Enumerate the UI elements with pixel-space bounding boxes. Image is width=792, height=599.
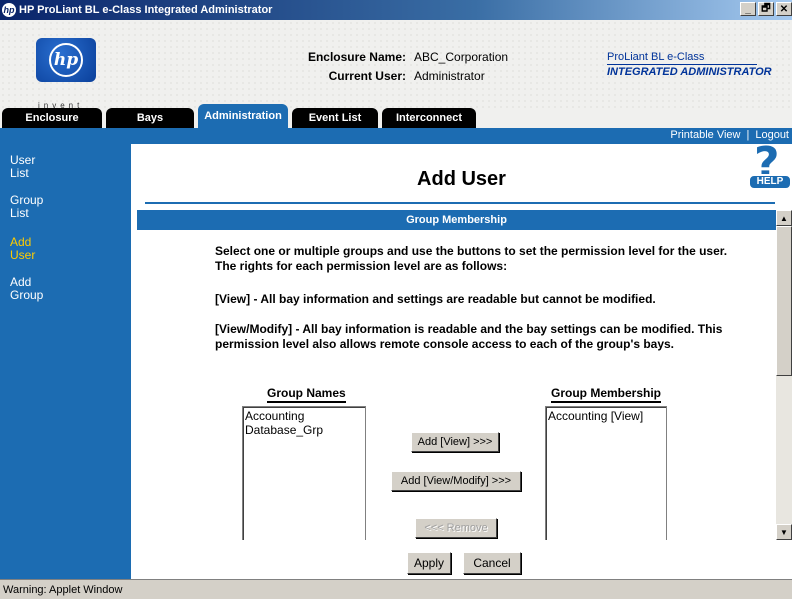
- view-description: [View] - All bay information and setting…: [215, 292, 656, 306]
- brand-line-1: ProLiant BL e-Class: [607, 51, 757, 65]
- list-item[interactable]: Database_Grp: [245, 423, 363, 437]
- sidebar-item-label: List: [10, 166, 29, 180]
- list-item[interactable]: Accounting: [245, 409, 363, 423]
- close-button[interactable]: ✕: [776, 2, 792, 16]
- link-separator: |: [746, 129, 750, 141]
- sidebar-item-group-list[interactable]: Group List: [10, 194, 90, 220]
- minimize-button[interactable]: _: [740, 2, 756, 16]
- tab-interconnect[interactable]: Interconnect: [382, 108, 476, 128]
- hp-logo-icon: hp: [2, 3, 16, 17]
- product-brand: ProLiant BL e-Class INTEGRATED ADMINISTR…: [607, 51, 772, 78]
- hp-logo: hp: [36, 38, 96, 82]
- sidebar-item-label: Group: [10, 288, 44, 302]
- enclosure-name-label: Enclosure Name:: [307, 50, 406, 64]
- help-label: HELP: [748, 174, 792, 190]
- intro-text: Select one or multiple groups and use th…: [215, 244, 728, 273]
- vertical-scrollbar[interactable]: ▲ ▼: [776, 210, 792, 540]
- scroll-up-arrow-icon[interactable]: ▲: [776, 210, 792, 226]
- add-view-button[interactable]: Add [View] >>>: [411, 432, 499, 452]
- sidebar-item-label: User: [10, 248, 36, 262]
- add-view-modify-button[interactable]: Add [View/Modify] >>>: [391, 471, 521, 491]
- brand-line-2: INTEGRATED ADMINISTRATOR: [607, 66, 772, 78]
- sidebar: User List Group List Add User Add Group: [0, 144, 131, 579]
- window-title: HP ProLiant BL e-Class Integrated Admini…: [19, 4, 273, 16]
- scroll-frame: Group Membership Select one or multiple …: [137, 210, 776, 540]
- tab-bays[interactable]: Bays: [106, 108, 194, 128]
- main-content: Add User ? HELP Group Membership Select …: [131, 138, 792, 579]
- sidebar-item-add-user[interactable]: Add User: [10, 236, 90, 262]
- enclosure-name-value: ABC_Corporation: [414, 50, 509, 64]
- section-header: Group Membership: [137, 210, 776, 230]
- page-header: hp invent Enclosure Name: ABC_Corporatio…: [0, 20, 792, 110]
- sidebar-item-user-list[interactable]: User List: [10, 154, 90, 180]
- sidebar-item-label: List: [10, 206, 29, 220]
- scroll-down-arrow-icon[interactable]: ▼: [776, 524, 792, 540]
- sidebar-item-add-group[interactable]: Add Group: [10, 276, 90, 302]
- printable-view-link[interactable]: Printable View: [670, 129, 740, 141]
- scrollbar-thumb[interactable]: [776, 226, 792, 376]
- tab-event-list[interactable]: Event List: [292, 108, 378, 128]
- nav-bar: Printable View | Logout: [0, 128, 792, 144]
- group-names-header: Group Names: [267, 386, 346, 403]
- tab-strip: Enclosure Bays Administration Event List…: [0, 104, 792, 128]
- current-user-label: Current User:: [328, 69, 406, 83]
- window-title-bar[interactable]: hp HP ProLiant BL e-Class Integrated Adm…: [0, 0, 792, 20]
- restore-button[interactable]: 🗗: [758, 2, 774, 16]
- list-item[interactable]: Accounting [View]: [548, 409, 664, 423]
- form-actions: Apply Cancel: [131, 540, 792, 579]
- title-divider: [145, 202, 775, 204]
- page-title: Add User: [417, 168, 506, 190]
- tab-administration[interactable]: Administration: [198, 104, 288, 128]
- current-user-value: Administrator: [414, 69, 485, 83]
- group-names-list[interactable]: Accounting Database_Grp: [242, 406, 366, 540]
- cancel-button[interactable]: Cancel: [463, 552, 521, 574]
- status-bar: Warning: Applet Window: [0, 579, 792, 599]
- window-controls: _ 🗗 ✕: [740, 2, 792, 16]
- group-membership-header: Group Membership: [551, 386, 662, 403]
- hp-logo-text: hp: [49, 43, 83, 77]
- remove-button[interactable]: <<< Remove: [415, 518, 497, 538]
- group-membership-list[interactable]: Accounting [View]: [545, 406, 667, 540]
- view-modify-description: [View/Modify] - All bay information is r…: [215, 322, 723, 351]
- apply-button[interactable]: Apply: [407, 552, 451, 574]
- tab-enclosure[interactable]: Enclosure: [2, 108, 102, 128]
- help-button[interactable]: ? HELP: [748, 138, 792, 202]
